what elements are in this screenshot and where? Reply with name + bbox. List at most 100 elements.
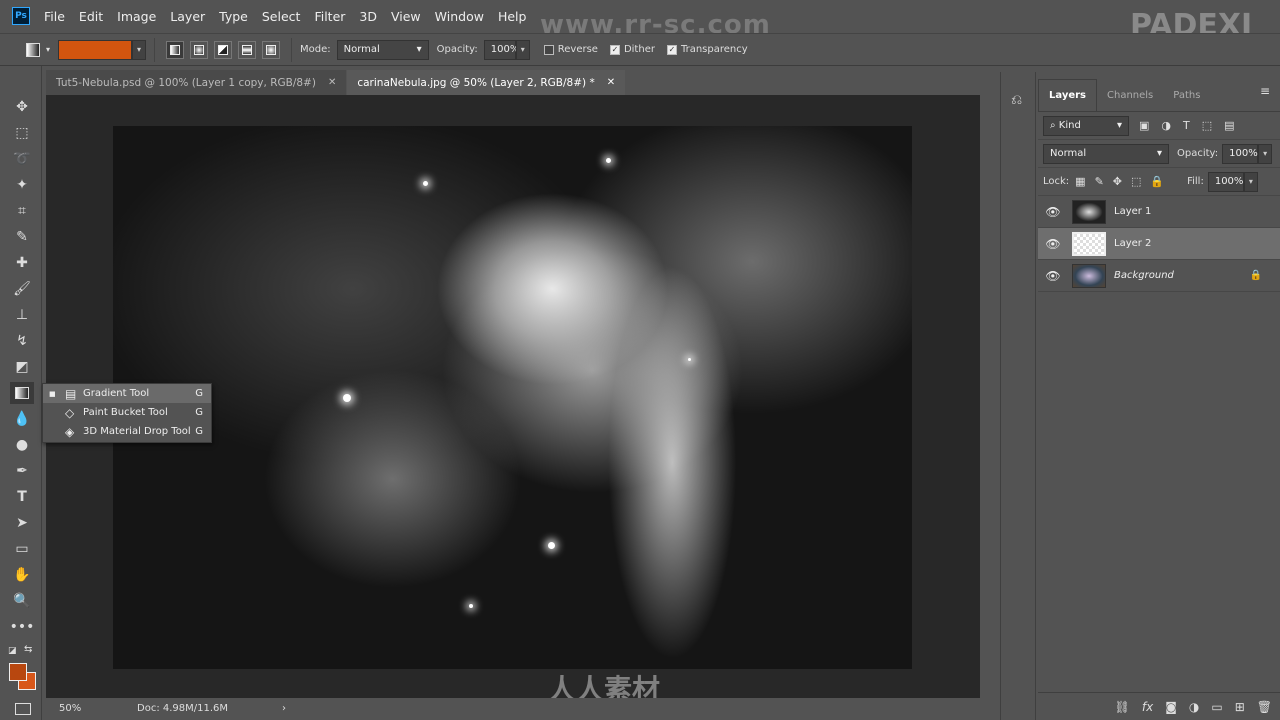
menu-image[interactable]: Image — [117, 9, 156, 24]
mode-value: Normal — [343, 44, 380, 55]
lasso-tool-icon[interactable]: ➰ — [10, 148, 34, 170]
menu-window[interactable]: Window — [435, 9, 484, 24]
move-tool-icon[interactable]: ✥ — [10, 96, 34, 118]
menu-file[interactable]: File — [44, 9, 65, 24]
transparency-checkbox[interactable]: ✓ — [666, 44, 677, 55]
lock-label: Lock: — [1043, 176, 1070, 187]
angle-gradient-button[interactable] — [214, 40, 233, 59]
lock-icons[interactable]: ▦✎✥⬚🔒 — [1075, 175, 1173, 188]
menu-layer[interactable]: Layer — [170, 9, 205, 24]
opacity-dropdown[interactable]: ▾ — [1258, 143, 1273, 164]
layer-row-layer-2[interactable]: 👁 Layer 2 — [1038, 228, 1280, 260]
menu-view[interactable]: View — [391, 9, 421, 24]
dither-label: Dither — [623, 44, 655, 55]
zoom-tool-icon[interactable]: 🔍 — [10, 590, 34, 612]
eyedropper-tool-icon[interactable]: ✎ — [10, 226, 34, 248]
fill-dropdown[interactable]: ▾ — [1243, 171, 1258, 192]
type-tool-icon[interactable]: T — [10, 486, 34, 508]
layer-style-icon[interactable]: fx — [1142, 700, 1153, 714]
tab-paths[interactable]: Paths — [1163, 79, 1210, 111]
zoom-level[interactable]: 50% — [59, 703, 137, 714]
eye-icon[interactable]: 👁 — [1038, 269, 1068, 283]
tab-channels[interactable]: Channels — [1097, 79, 1163, 111]
filter-type-icons[interactable]: ▣◑T⬚▤ — [1139, 119, 1247, 132]
history-brush-tool-icon[interactable]: ↯ — [10, 330, 34, 352]
layer-thumbnail — [1072, 199, 1106, 224]
gradient-picker[interactable] — [58, 39, 133, 60]
menu-edit[interactable]: Edit — [79, 9, 103, 24]
opacity-input[interactable]: 100% — [483, 39, 519, 60]
flyout-gradient-tool[interactable]: ■ ▤ Gradient Tool G — [43, 384, 211, 403]
quick-mask-icon[interactable] — [15, 703, 31, 715]
menu-select[interactable]: Select — [262, 9, 301, 24]
fill-input[interactable]: 100% — [1207, 171, 1244, 192]
doc-size: Doc: 4.98M/11.6M — [137, 702, 229, 714]
tab-layers[interactable]: Layers — [1038, 79, 1097, 111]
eye-icon[interactable]: 👁 — [1038, 237, 1068, 251]
blend-mode-value: Normal — [1050, 148, 1087, 159]
flyout-paint-bucket-tool[interactable]: ◇ Paint Bucket Tool G — [43, 403, 211, 422]
vertical-scrollbar[interactable] — [980, 95, 998, 698]
chevron-down-icon[interactable]: ▾ — [46, 45, 50, 54]
swap-colors-icon[interactable]: ⇆ — [24, 644, 32, 655]
hand-tool-icon[interactable]: ✋ — [10, 564, 34, 586]
healing-brush-tool-icon[interactable]: ✚ — [10, 252, 34, 274]
filter-kind-select[interactable]: ⌕ Kind ▾ — [1043, 115, 1129, 136]
history-panel-icon[interactable]: ⎌ — [1011, 92, 1022, 108]
layers-panel: Layers Channels Paths ≡ ⌕ Kind ▾ ▣◑T⬚▤ No… — [1038, 72, 1280, 720]
link-layers-icon[interactable]: ⛓ — [1115, 700, 1130, 714]
mode-select[interactable]: Normal ▾ — [336, 39, 429, 60]
close-icon[interactable]: ✕ — [328, 77, 336, 88]
nebula-image[interactable] — [113, 126, 912, 669]
menu-3d[interactable]: 3D — [359, 9, 377, 24]
crop-tool-icon[interactable]: ⌗ — [10, 200, 34, 222]
brush-tool-icon[interactable]: 🖌 — [10, 278, 34, 300]
layer-row-layer-1[interactable]: 👁 Layer 1 — [1038, 196, 1280, 228]
stamp-tool-icon[interactable]: ⊥ — [10, 304, 34, 326]
radial-gradient-button[interactable] — [190, 40, 209, 59]
blur-tool-icon[interactable]: 💧 — [10, 408, 34, 430]
gradient-dropdown[interactable]: ▾ — [132, 39, 147, 60]
magic-wand-tool-icon[interactable]: ✦ — [10, 174, 34, 196]
flyout-3d-material-drop-tool[interactable]: ◈ 3D Material Drop Tool G — [43, 422, 211, 441]
path-selection-tool-icon[interactable]: ➤ — [10, 512, 34, 534]
layer-opacity-input[interactable]: 100% — [1222, 143, 1259, 164]
gradient-tool-icon[interactable] — [10, 382, 34, 404]
menu-type[interactable]: Type — [219, 9, 248, 24]
add-mask-icon[interactable]: ◙ — [1165, 700, 1177, 714]
dither-checkbox[interactable]: ✓ — [609, 44, 620, 55]
linear-gradient-button[interactable] — [166, 40, 185, 59]
adjustment-layer-icon[interactable]: ◑ — [1189, 700, 1199, 714]
layer-name: Background — [1114, 270, 1174, 281]
close-icon[interactable]: ✕ — [607, 77, 615, 88]
reverse-checkbox[interactable] — [543, 44, 554, 55]
tab-carina-nebula[interactable]: carinaNebula.jpg @ 50% (Layer 2, RGB/8#)… — [347, 70, 626, 95]
new-group-icon[interactable]: ▭ — [1211, 700, 1222, 714]
delete-layer-icon[interactable]: 🗑 — [1257, 700, 1272, 714]
gradient-tool-preset-icon[interactable] — [26, 42, 40, 57]
eraser-tool-icon[interactable]: ◩ — [10, 356, 34, 378]
menu-filter[interactable]: Filter — [314, 9, 345, 24]
more-tools-icon[interactable]: ••• — [10, 616, 35, 638]
status-menu-arrow[interactable]: › — [282, 703, 286, 714]
default-colors-icon[interactable]: ◪ — [8, 646, 17, 656]
dodge-tool-icon[interactable]: ● — [10, 434, 34, 456]
star — [688, 358, 691, 361]
tab-label: Tut5-Nebula.psd @ 100% (Layer 1 copy, RG… — [56, 76, 316, 89]
opacity-dropdown[interactable]: ▾ — [515, 39, 530, 60]
tab-tut5-nebula[interactable]: Tut5-Nebula.psd @ 100% (Layer 1 copy, RG… — [46, 70, 347, 95]
menu-help[interactable]: Help — [498, 9, 527, 24]
eye-icon[interactable]: 👁 — [1038, 205, 1068, 219]
layer-row-background[interactable]: 👁 Background 🔒 — [1038, 260, 1280, 292]
new-layer-icon[interactable]: ⊞ — [1235, 700, 1245, 714]
star — [606, 158, 611, 163]
blend-mode-select[interactable]: Normal ▾ — [1043, 143, 1169, 164]
reflected-gradient-button[interactable] — [238, 40, 257, 59]
paint-bucket-icon: ◇ — [65, 405, 75, 420]
rectangle-tool-icon[interactable]: ▭ — [10, 538, 34, 560]
diamond-gradient-button[interactable] — [262, 40, 281, 59]
foreground-color-swatch[interactable] — [9, 663, 27, 681]
pen-tool-icon[interactable]: ✒ — [10, 460, 34, 482]
marquee-tool-icon[interactable]: ⬚ — [10, 122, 34, 144]
panel-menu-icon[interactable]: ≡ — [1260, 84, 1270, 98]
